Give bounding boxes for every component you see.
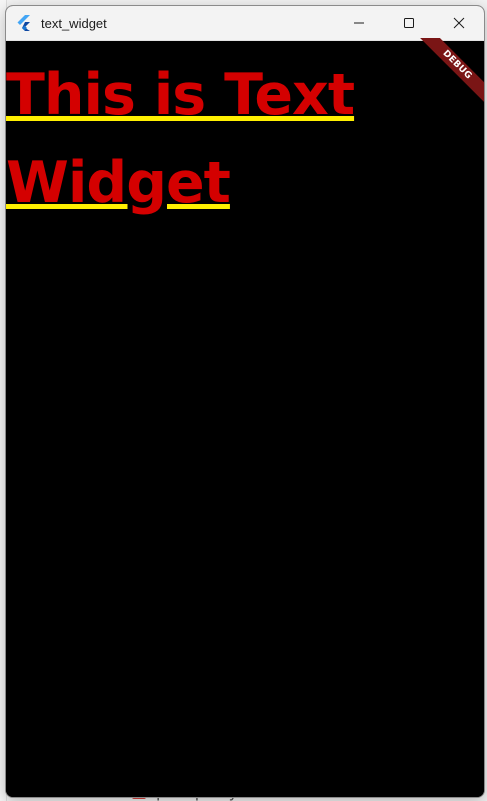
debug-label: DEBUG: [413, 38, 484, 109]
title-bar[interactable]: text_widget: [6, 6, 484, 41]
maximize-button[interactable]: [384, 6, 434, 40]
window-title: text_widget: [41, 15, 107, 31]
close-icon: [453, 17, 465, 29]
flutter-icon: [17, 15, 30, 31]
minimize-icon: [354, 22, 364, 24]
text-widget: This is Text Widget: [6, 62, 355, 216]
debug-banner: DEBUG: [404, 38, 484, 118]
maximize-icon: [404, 18, 414, 28]
app-window: text_widget This is Text Widget DEBUG: [5, 5, 485, 798]
window-controls: [334, 6, 484, 40]
minimize-button[interactable]: [334, 6, 384, 40]
app-content: This is Text Widget DEBUG: [6, 38, 484, 797]
close-button[interactable]: [434, 6, 484, 40]
